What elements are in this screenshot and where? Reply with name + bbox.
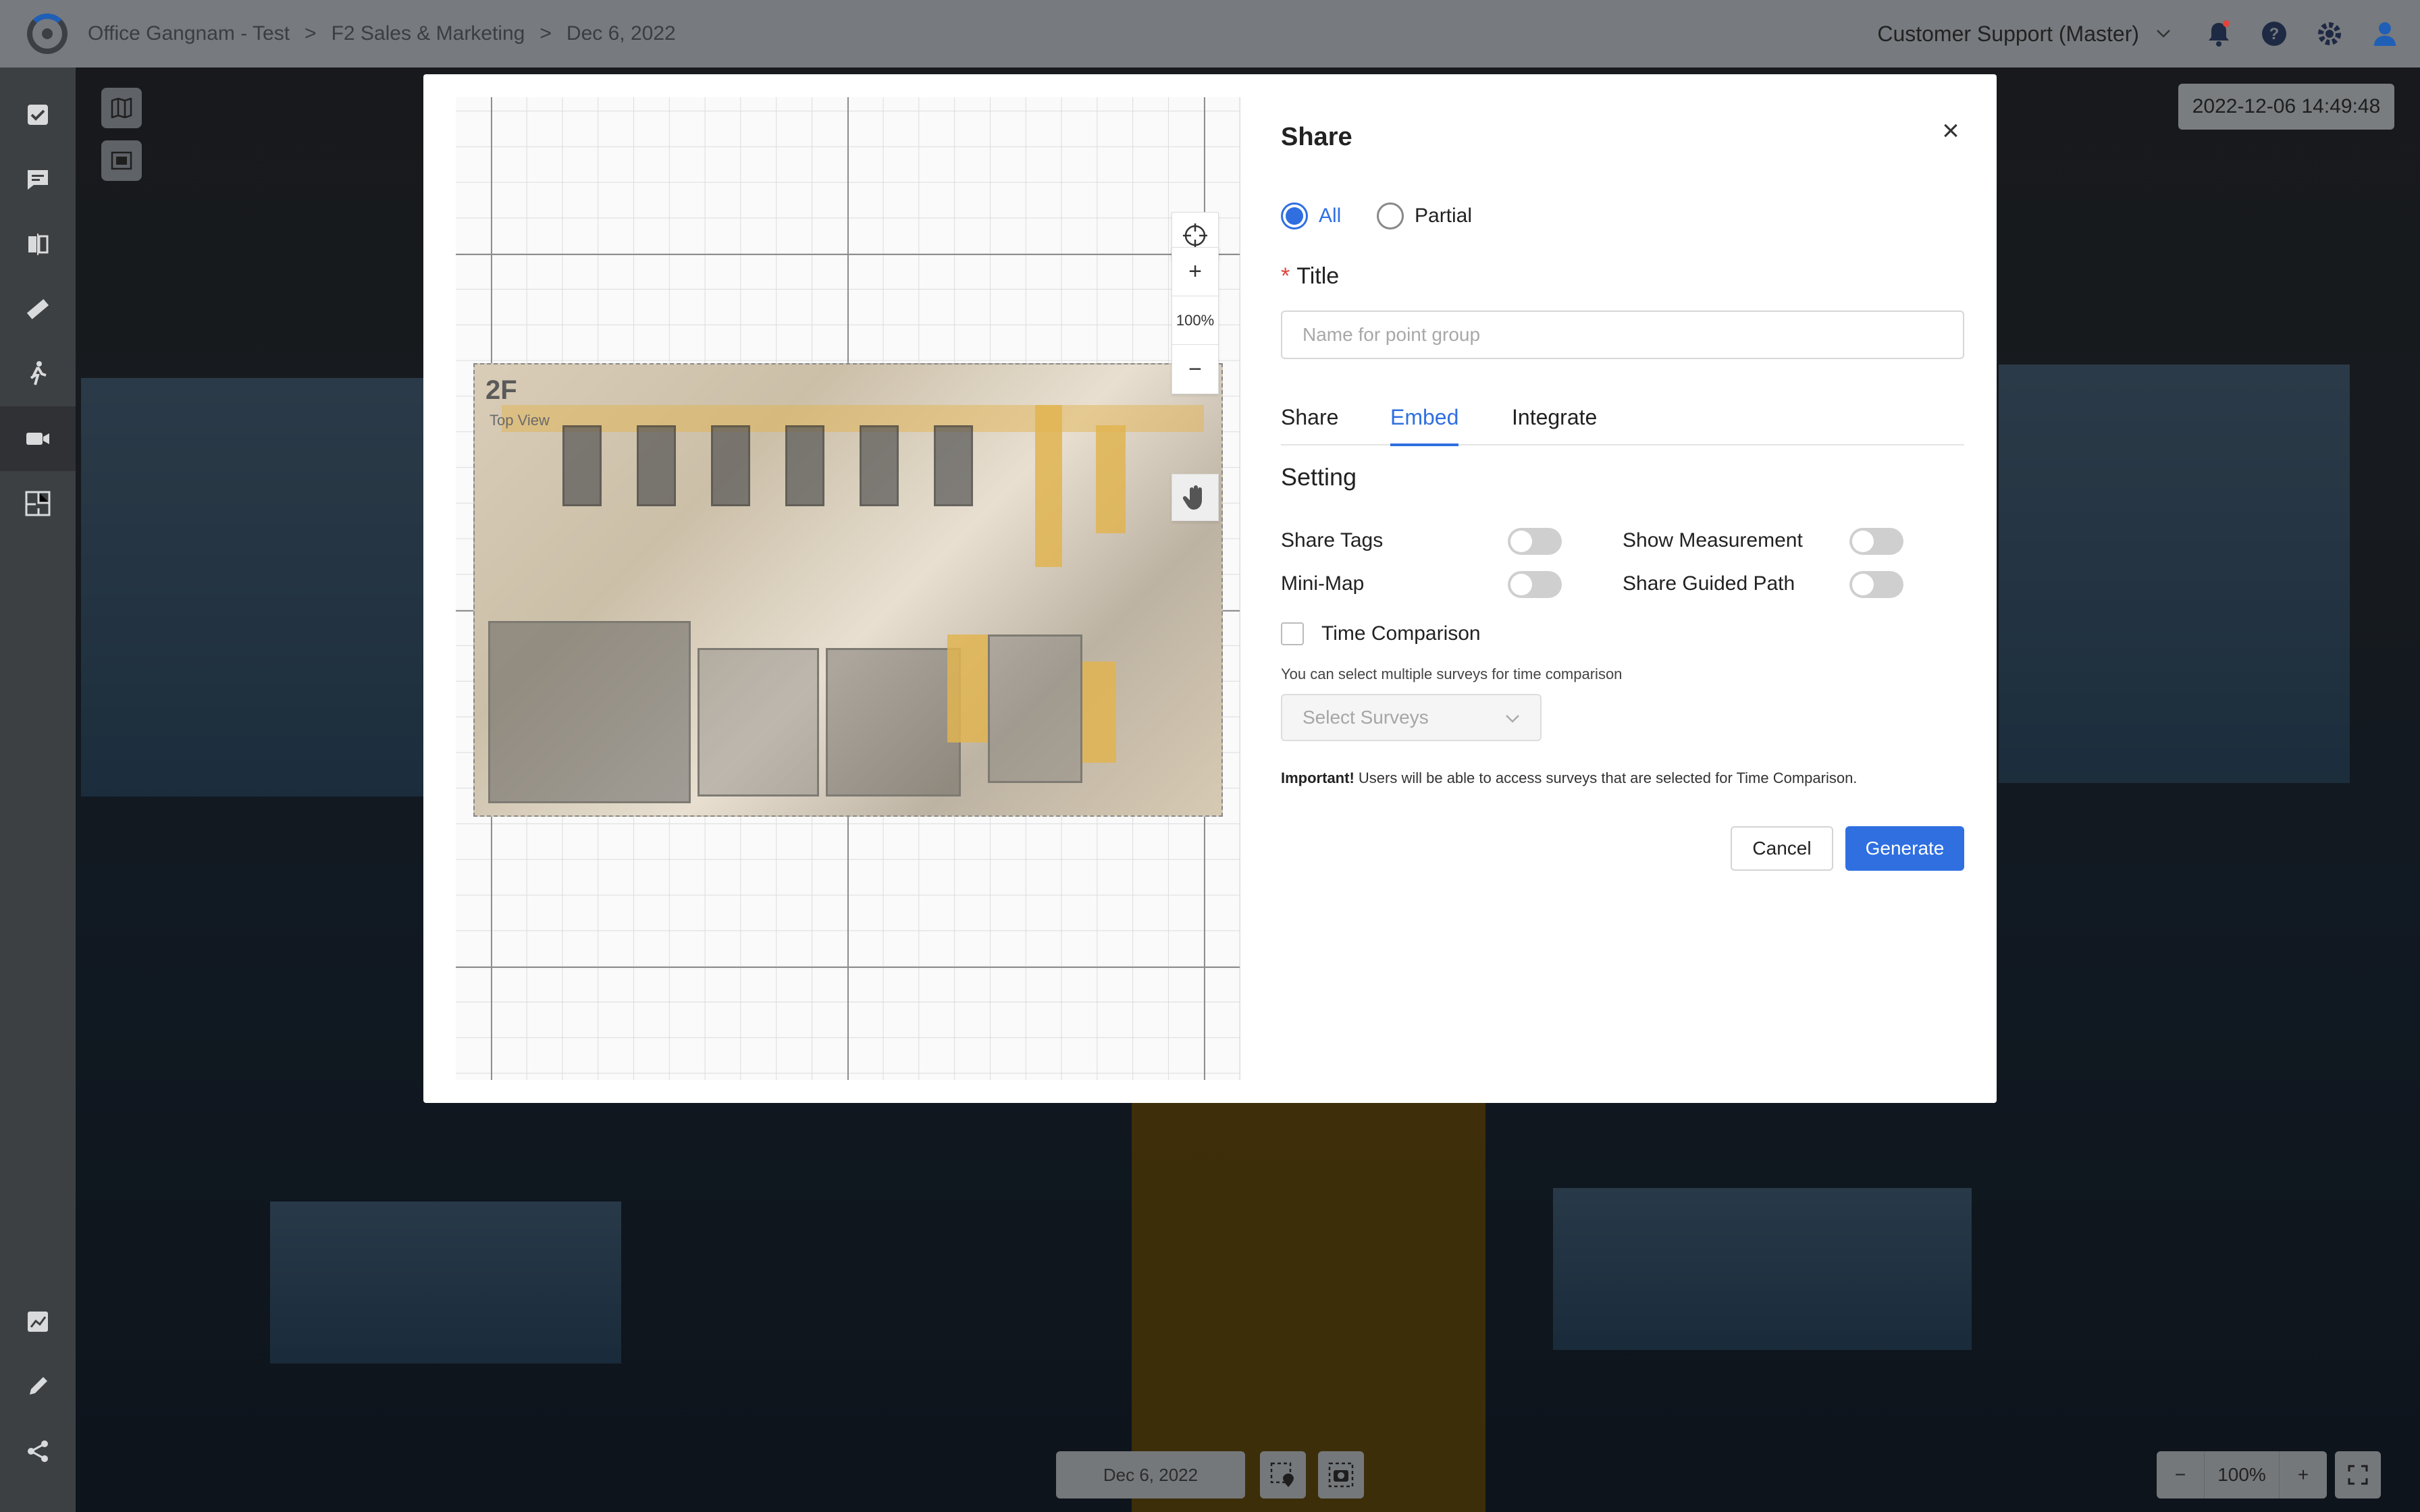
toggle-label: Share Guided Path	[1623, 572, 1795, 595]
time-comparison-label: Time Comparison	[1321, 622, 1481, 645]
pencil-icon[interactable]	[0, 1354, 76, 1419]
toggle-label: Mini-Map	[1281, 572, 1365, 595]
breadcrumb-floor[interactable]: F2 Sales & Marketing	[332, 22, 525, 45]
cancel-button[interactable]: Cancel	[1731, 826, 1833, 871]
bell-icon[interactable]	[2204, 19, 2234, 49]
chevron-down-icon	[1505, 707, 1520, 728]
sidebar	[0, 68, 76, 1512]
video-icon[interactable]	[0, 406, 76, 471]
capture-timestamp: 2022-12-06 14:49:48	[2178, 84, 2394, 130]
viewer-zoom-out-button[interactable]: −	[2157, 1451, 2204, 1498]
toggle-label: Show Measurement	[1623, 529, 1803, 551]
fullscreen-icon[interactable]	[2335, 1451, 2381, 1498]
viewer-zoom-level: 100%	[2204, 1451, 2280, 1498]
checklist-icon[interactable]	[0, 82, 76, 147]
logo-icon[interactable]	[27, 14, 68, 54]
title-label-text: Title	[1296, 263, 1340, 289]
scope-option-label: Partial	[1415, 205, 1473, 227]
setting-heading: Setting	[1281, 463, 1357, 491]
show-measurement-toggle[interactable]	[1849, 528, 1903, 555]
comment-icon[interactable]	[0, 147, 76, 212]
tab-integrate[interactable]: Integrate	[1512, 405, 1597, 443]
ruler-icon[interactable]	[0, 277, 76, 342]
floorplan-icon[interactable]	[0, 471, 76, 536]
share-panel: Share × All Partial *Title Share Embed I…	[1281, 74, 1964, 1103]
share-tags-toggle[interactable]	[1508, 528, 1562, 555]
floorplan-map[interactable]: 2F Top View + 100% −	[456, 97, 1240, 1080]
chevron-down-icon	[2149, 19, 2178, 49]
workspace-name: Customer Support (Master)	[1877, 21, 2139, 46]
user-icon[interactable]	[2370, 19, 2400, 49]
time-comparison-hint: You can select multiple surveys for time…	[1281, 666, 1623, 682]
breadcrumb-date[interactable]: Dec 6, 2022	[567, 22, 676, 45]
scope-option-partial[interactable]: Partial	[1377, 202, 1472, 230]
top-bar: Office Gangnam - Test > F2 Sales & Marke…	[0, 0, 2420, 68]
survey-date-selector[interactable]: Dec 6, 2022	[1056, 1451, 1245, 1498]
tab-embed[interactable]: Embed	[1390, 405, 1459, 446]
floor-label: 2F	[485, 375, 517, 405]
share-dialog: 2F Top View + 100% − Share × All Partial	[423, 74, 1997, 1103]
pan-hand-icon[interactable]	[1172, 474, 1219, 521]
share-guided-path-setting: Share Guided Path	[1623, 571, 1906, 598]
map-pin-select-icon[interactable]	[1260, 1451, 1306, 1498]
close-button[interactable]: ×	[1930, 111, 1971, 151]
map-toggle-icon[interactable]	[101, 88, 142, 128]
title-field-label: * Title	[1281, 263, 1339, 290]
map-zoom-in-button[interactable]: +	[1172, 248, 1218, 296]
viewer-zoom-control: − 100% +	[2157, 1451, 2327, 1498]
breadcrumb-separator: >	[305, 22, 317, 45]
minimap-toggle-icon[interactable]	[101, 140, 142, 181]
scope-option-all[interactable]: All	[1281, 202, 1341, 230]
map-zoom-out-button[interactable]: −	[1172, 345, 1218, 394]
radio-unselected-icon	[1377, 202, 1404, 230]
dialog-title: Share	[1281, 123, 1352, 151]
floor-sublabel: Top View	[490, 412, 550, 429]
survey-select-placeholder: Select Surveys	[1303, 707, 1429, 728]
breadcrumb-project[interactable]: Office Gangnam - Test	[88, 22, 290, 45]
radio-selected-icon	[1281, 202, 1308, 230]
gear-icon[interactable]	[2315, 19, 2344, 49]
mini-map-toggle[interactable]	[1508, 571, 1562, 598]
required-mark: *	[1281, 263, 1290, 289]
generate-button[interactable]: Generate	[1845, 826, 1964, 871]
viewer-zoom-in-button[interactable]: +	[2280, 1451, 2327, 1498]
share-guided-path-toggle[interactable]	[1849, 571, 1903, 598]
important-text: Users will be able to access surveys tha…	[1358, 770, 1858, 786]
help-icon[interactable]: ?	[2259, 19, 2289, 49]
share-tags-setting: Share Tags	[1281, 528, 1564, 555]
important-notice: Important! Users will be able to access …	[1281, 770, 1857, 787]
camera-select-icon[interactable]	[1318, 1451, 1364, 1498]
scope-option-label: All	[1319, 205, 1342, 227]
important-prefix: Important!	[1281, 770, 1354, 786]
workspace-selector[interactable]: Customer Support (Master)	[1877, 19, 2178, 49]
time-comparison-option[interactable]: Time Comparison	[1281, 622, 1481, 645]
compare-icon[interactable]	[0, 212, 76, 277]
chart-icon[interactable]	[0, 1289, 76, 1354]
svg-text:?: ?	[2269, 25, 2280, 43]
title-input[interactable]	[1281, 310, 1964, 359]
show-measurement-setting: Show Measurement	[1623, 528, 1906, 555]
share-tabs: Share Embed Integrate	[1281, 398, 1964, 446]
walk-icon[interactable]	[0, 342, 76, 406]
breadcrumb-separator: >	[540, 22, 552, 45]
toggle-label: Share Tags	[1281, 529, 1384, 551]
map-zoom-control: + 100% −	[1172, 247, 1219, 394]
floorplan-image[interactable]: 2F Top View	[473, 363, 1223, 817]
breadcrumb: Office Gangnam - Test > F2 Sales & Marke…	[88, 22, 676, 45]
share-icon[interactable]	[0, 1419, 76, 1484]
survey-select[interactable]: Select Surveys	[1281, 694, 1542, 741]
map-zoom-level: 100%	[1172, 296, 1218, 345]
tab-share[interactable]: Share	[1281, 405, 1338, 443]
time-comparison-checkbox[interactable]	[1281, 622, 1304, 645]
mini-map-setting: Mini-Map	[1281, 571, 1564, 598]
close-icon: ×	[1942, 114, 1959, 147]
